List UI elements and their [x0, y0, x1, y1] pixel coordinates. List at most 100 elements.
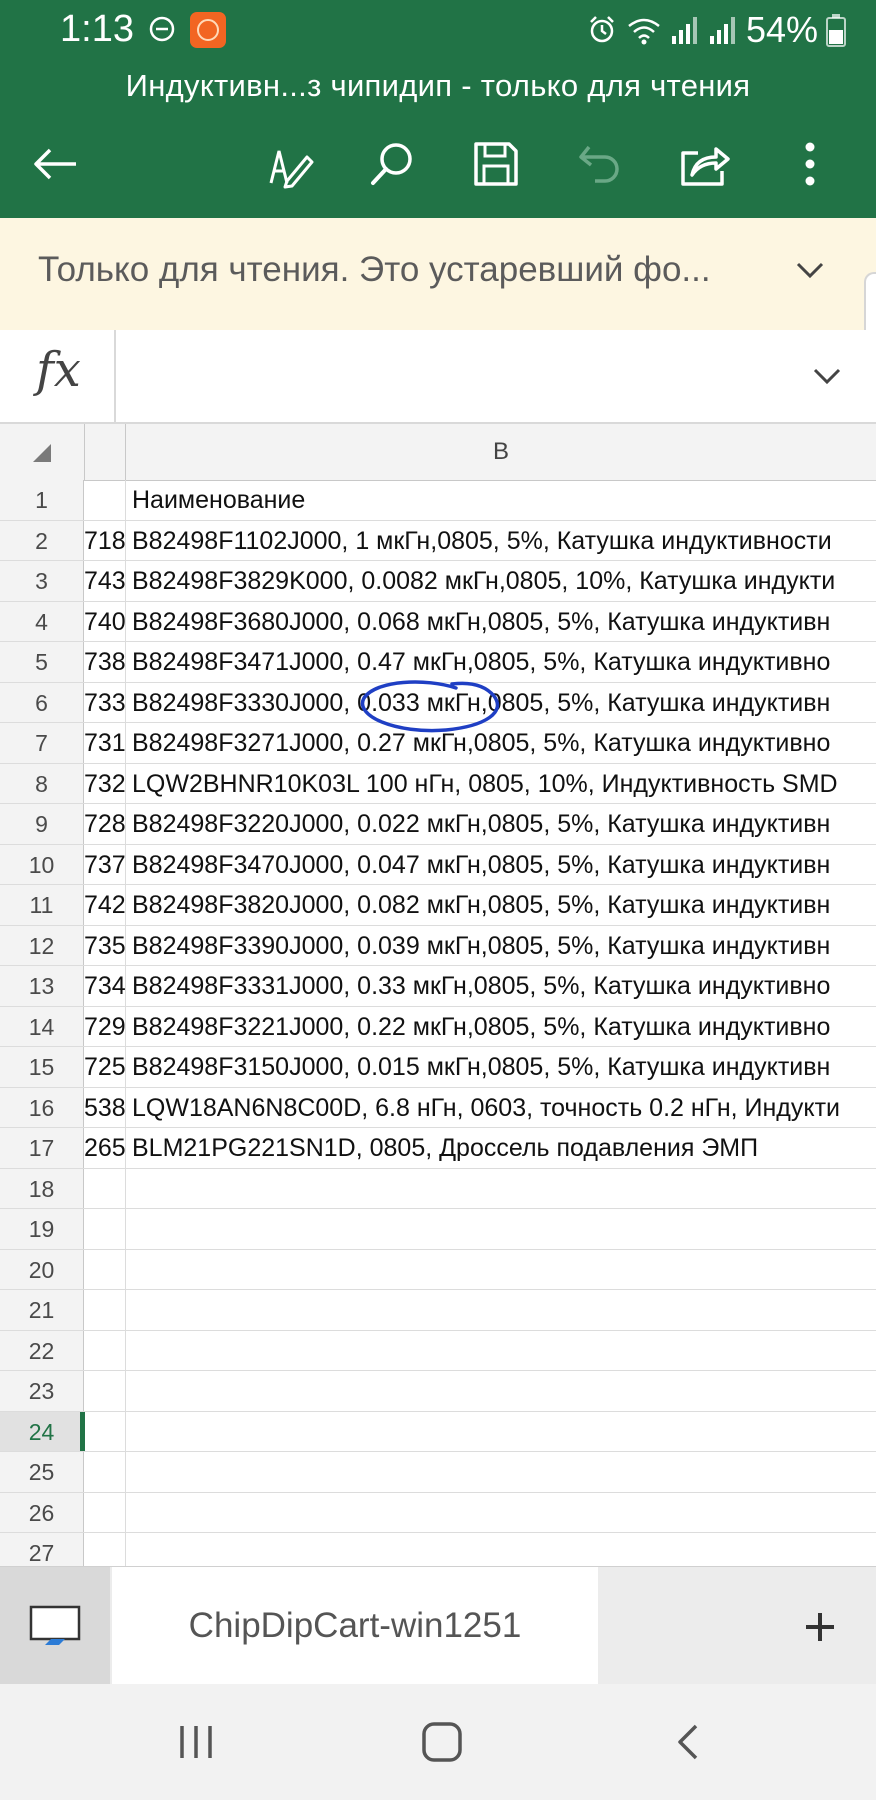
cell-a[interactable]: 732: [84, 763, 126, 803]
cell-b[interactable]: B82498F3390J000, 0.039 мкГн,0805, 5%, Ка…: [132, 926, 876, 966]
row-number[interactable]: 12: [0, 925, 84, 965]
row-number[interactable]: 23: [0, 1371, 84, 1411]
cell-a[interactable]: 728: [84, 804, 126, 844]
chevron-down-icon[interactable]: [807, 356, 847, 396]
row-number[interactable]: 21: [0, 1290, 84, 1330]
row-number[interactable]: 16: [0, 1087, 84, 1127]
row-number[interactable]: 7: [0, 723, 84, 763]
cell-b[interactable]: B82498F3829K000, 0.0082 мкГн,0805, 10%, …: [132, 561, 876, 601]
row-number[interactable]: 26: [0, 1492, 84, 1532]
row-number[interactable]: 27: [0, 1533, 84, 1566]
cell-a[interactable]: [84, 1168, 126, 1208]
row-number[interactable]: 10: [0, 844, 84, 884]
search-icon[interactable]: [362, 134, 422, 194]
cell-b[interactable]: LQW18AN6N8C00D, 6.8 нГн, 0603, точность …: [132, 1088, 876, 1128]
cell-b[interactable]: BLM21PG221SN1D, 0805, Дроссель подавлени…: [132, 1128, 876, 1168]
cell-b[interactable]: B82498F3220J000, 0.022 мкГн,0805, 5%, Ка…: [132, 804, 876, 844]
cell-a[interactable]: [84, 1371, 126, 1411]
home-icon[interactable]: [412, 1712, 472, 1772]
cell-b[interactable]: LQW2BHNR10K03L 100 нГн, 0805, 10%, Индук…: [132, 764, 876, 804]
cell-b[interactable]: [132, 1412, 876, 1452]
row-number[interactable]: 13: [0, 966, 84, 1006]
cell-a[interactable]: 738: [84, 642, 126, 682]
cell-a[interactable]: 729: [84, 1006, 126, 1046]
cell-a[interactable]: [84, 1290, 126, 1330]
cell-b[interactable]: B82498F3150J000, 0.015 мкГн,0805, 5%, Ка…: [132, 1047, 876, 1087]
cell-b[interactable]: [132, 1493, 876, 1533]
sheet-navigator-button[interactable]: [0, 1567, 110, 1685]
row-number[interactable]: 18: [0, 1168, 84, 1208]
cell-a[interactable]: 737: [84, 844, 126, 884]
recents-icon[interactable]: [166, 1712, 226, 1772]
cell-b[interactable]: B82498F3680J000, 0.068 мкГн,0805, 5%, Ка…: [132, 602, 876, 642]
cell-a[interactable]: 718: [84, 520, 126, 560]
cell-a[interactable]: 731: [84, 723, 126, 763]
cell-a[interactable]: 725: [84, 1047, 126, 1087]
row-number[interactable]: 1: [0, 480, 84, 520]
cell-b[interactable]: B82498F3820J000, 0.082 мкГн,0805, 5%, Ка…: [132, 885, 876, 925]
cell-b[interactable]: Наименование: [132, 480, 876, 520]
row-number[interactable]: 9: [0, 804, 84, 844]
cell-b[interactable]: B82498F3470J000, 0.047 мкГн,0805, 5%, Ка…: [132, 845, 876, 885]
row-number[interactable]: 14: [0, 1006, 84, 1046]
row-number[interactable]: 20: [0, 1249, 84, 1289]
cell-a[interactable]: 733: [84, 682, 126, 722]
cell-a[interactable]: 742: [84, 885, 126, 925]
cell-a[interactable]: [84, 1533, 126, 1566]
row-number[interactable]: 22: [0, 1330, 84, 1370]
read-only-banner[interactable]: Только для чтения. Это устаревший фо...: [0, 218, 876, 331]
cell-a[interactable]: 740: [84, 601, 126, 641]
row-number[interactable]: 11: [0, 885, 84, 925]
row-number[interactable]: 3: [0, 561, 84, 601]
row-number[interactable]: 15: [0, 1047, 84, 1087]
cell-b[interactable]: [132, 1533, 876, 1566]
cell-a[interactable]: [84, 480, 126, 520]
share-icon[interactable]: [675, 134, 735, 194]
cell-a[interactable]: 734: [84, 966, 126, 1006]
cell-b[interactable]: B82498F3271J000, 0.27 мкГн,0805, 5%, Кат…: [132, 723, 876, 763]
cell-a[interactable]: [84, 1249, 126, 1289]
save-icon[interactable]: [466, 134, 526, 194]
cell-b[interactable]: [132, 1290, 876, 1330]
cell-a[interactable]: [84, 1452, 126, 1492]
row-number[interactable]: 2: [0, 520, 84, 560]
cell-b[interactable]: [132, 1169, 876, 1209]
cell-a[interactable]: [84, 1492, 126, 1532]
cell-b[interactable]: B82498F1102J000, 1 мкГн,0805, 5%, Катушк…: [132, 521, 876, 561]
back-icon[interactable]: [25, 134, 85, 194]
back-nav-icon[interactable]: [658, 1712, 718, 1772]
row-number[interactable]: 25: [0, 1452, 84, 1492]
cell-a[interactable]: 743: [84, 561, 126, 601]
row-number[interactable]: 4: [0, 601, 84, 641]
column-header-b[interactable]: B: [126, 424, 876, 480]
cell-a[interactable]: [84, 1411, 126, 1451]
row-number[interactable]: 5: [0, 642, 84, 682]
row-number[interactable]: 6: [0, 682, 84, 722]
column-header-a[interactable]: [85, 424, 126, 480]
more-icon[interactable]: [780, 134, 840, 194]
cell-b[interactable]: [132, 1452, 876, 1492]
add-sheet-button[interactable]: [790, 1597, 850, 1657]
spreadsheet-grid[interactable]: B 1 Наименование 2 718 B82498F1102J000, 1 мк…: [0, 424, 876, 1566]
cell-b[interactable]: B82498F3221J000, 0.22 мкГн,0805, 5%, Кат…: [132, 1007, 876, 1047]
undo-icon[interactable]: [570, 134, 630, 194]
row-number[interactable]: 24: [0, 1411, 84, 1451]
select-all-corner[interactable]: [0, 424, 85, 480]
cell-a[interactable]: [84, 1330, 126, 1370]
cell-b[interactable]: [132, 1371, 876, 1411]
cell-b[interactable]: [132, 1250, 876, 1290]
sheet-tab-active[interactable]: ChipDipCart-win1251: [112, 1567, 598, 1685]
cell-a[interactable]: 265: [84, 1128, 126, 1168]
cell-b[interactable]: B82498F3331J000, 0.33 мкГн,0805, 5%, Кат…: [132, 966, 876, 1006]
cell-b[interactable]: [132, 1331, 876, 1371]
cell-a[interactable]: 735: [84, 925, 126, 965]
cell-a[interactable]: [84, 1209, 126, 1249]
cell-b[interactable]: B82498F3330J000, 0.033 мкГн,0805, 5%, Ка…: [132, 683, 876, 723]
chevron-down-icon[interactable]: [790, 250, 830, 290]
cell-b[interactable]: [132, 1209, 876, 1249]
cell-a[interactable]: 538: [84, 1087, 126, 1127]
edit-icon[interactable]: [260, 134, 320, 194]
cell-b[interactable]: B82498F3471J000, 0.47 мкГн,0805, 5%, Кат…: [132, 642, 876, 682]
row-number[interactable]: 19: [0, 1209, 84, 1249]
row-number[interactable]: 17: [0, 1128, 84, 1168]
